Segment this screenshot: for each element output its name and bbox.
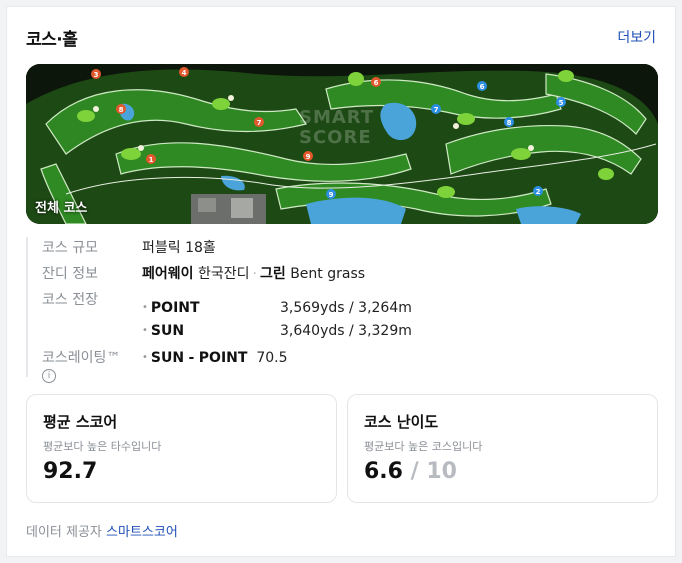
rating-info-icon[interactable]: i	[42, 365, 56, 383]
rating-label: 코스레이팅™	[42, 350, 121, 366]
hole-marker-1: 1	[149, 156, 154, 164]
rating-course-b: POINT	[198, 350, 248, 366]
bullet-icon: •	[142, 352, 148, 363]
data-provider: 데이터 제공자 스마트스코어	[26, 521, 178, 540]
rating-dash: -	[188, 350, 195, 366]
rating-value: 70.5	[256, 350, 288, 366]
bullet-icon: •	[142, 302, 148, 313]
hole-marker-9b: 9	[329, 191, 334, 199]
difficulty-value: 6.6	[364, 459, 403, 484]
hole-marker-9: 9	[306, 153, 311, 161]
section-title: 코스·홀	[26, 30, 78, 50]
map-label: 전체 코스	[35, 201, 88, 216]
hole-marker-3: 3	[94, 71, 99, 79]
difficulty-subtitle: 평균보다 높은 코스입니다	[364, 440, 483, 453]
grass-green: 그린	[259, 266, 286, 282]
grass-fairway: 페어웨이	[142, 266, 194, 282]
hole-marker-5: 5	[559, 99, 564, 107]
hole-marker-8: 8	[119, 106, 124, 114]
rating-value-group: • SUN - POINT 70.5	[142, 350, 288, 366]
length-point-name: • POINT	[142, 300, 200, 316]
hole-marker-8b: 8	[507, 119, 512, 127]
bullet-icon: •	[142, 325, 148, 336]
separator-dot: ·	[252, 266, 257, 282]
map-watermark: SMART SCORE	[299, 107, 375, 148]
hole-marker-7b: 7	[434, 106, 439, 114]
average-score-subtitle: 평균보다 높은 타수입니다	[43, 440, 162, 453]
length-label: 코스 전장	[42, 292, 98, 308]
hole-marker-2: 2	[536, 188, 541, 196]
difficulty-max: / 10	[410, 459, 457, 484]
difficulty-box: 코스 난이도 평균보다 높은 코스입니다 6.6 / 10	[347, 394, 658, 503]
difficulty-value-group: 6.6 / 10	[364, 459, 457, 484]
length-sun-value: 3,640yds / 3,329m	[280, 323, 412, 339]
course-map[interactable]: 3 4 8 1 7 9 6 7 6 5 8 9 2 SMART SCORE 전체…	[26, 64, 658, 224]
hole-marker-4: 4	[182, 69, 187, 77]
course-hole-card: 코스·홀 더보기 3 4 8 1 7 9 6 7 6 5 8 9 2 SMART…	[6, 6, 676, 557]
size-label: 코스 규모	[42, 240, 98, 256]
average-score-title: 평균 스코어	[43, 413, 118, 431]
size-value: 퍼블릭 18홀	[142, 240, 216, 256]
hole-marker-6b: 6	[480, 83, 485, 91]
grass-green-type: Bent grass	[290, 266, 366, 282]
average-score-value: 92.7	[43, 459, 98, 484]
average-score-box: 평균 스코어 평균보다 높은 타수입니다 92.7	[26, 394, 337, 503]
more-link[interactable]: 더보기	[617, 27, 656, 47]
data-provider-prefix: 데이터 제공자	[26, 525, 102, 540]
difficulty-title: 코스 난이도	[364, 413, 439, 431]
grass-label: 잔디 정보	[42, 266, 98, 282]
grass-value: 페어웨이 한국잔디 · 그린 Bent grass	[142, 263, 365, 283]
hole-marker-6: 6	[374, 79, 379, 87]
grass-fairway-type: 한국잔디	[197, 266, 250, 282]
length-point-value: 3,569yds / 3,264m	[280, 300, 412, 316]
rating-course-a: SUN	[150, 350, 185, 366]
course-info: 코스 규모 퍼블릭 18홀 잔디 정보 페어웨이 한국잔디 · 그린 Bent gr…	[26, 237, 648, 383]
data-provider-link[interactable]: 스마트스코어	[106, 525, 178, 540]
length-sun-name: • SUN	[142, 323, 185, 339]
hole-marker-7: 7	[257, 119, 262, 127]
